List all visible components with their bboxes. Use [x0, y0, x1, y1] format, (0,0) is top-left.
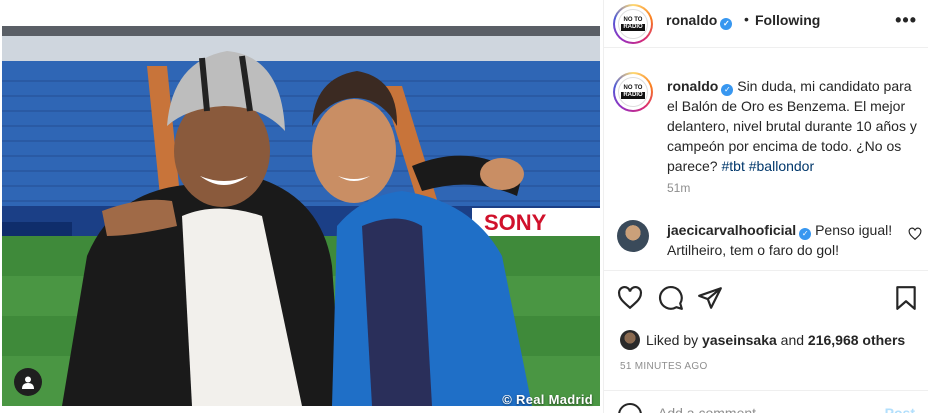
- post-caption: ronaldo ✓ Sin duda, mi candidato para el …: [667, 76, 922, 176]
- hashtag-ballondor[interactable]: #ballondor: [749, 158, 814, 174]
- tagged-users-button[interactable]: [14, 368, 42, 396]
- post-timestamp: 51 MINUTES AGO: [620, 361, 708, 372]
- liker-username[interactable]: yaseinsaka: [702, 332, 777, 348]
- share-icon[interactable]: [697, 285, 723, 311]
- more-options-icon[interactable]: •••: [895, 10, 917, 31]
- likes-count[interactable]: 216,968 others: [808, 332, 905, 348]
- stadium-photo: SONY: [2, 26, 600, 406]
- likes-summary: Liked by yaseinsaka and 216,968 others: [620, 330, 905, 350]
- liker-avatar[interactable]: [620, 330, 640, 350]
- avatar-logo: NO TO RADIO: [618, 77, 648, 107]
- caption-username[interactable]: ronaldo: [667, 78, 718, 94]
- header-separator: •: [744, 11, 749, 27]
- heart-icon[interactable]: [617, 285, 643, 311]
- hashtag-tbt[interactable]: #tbt: [721, 158, 744, 174]
- verified-icon: ✓: [721, 84, 734, 96]
- verified-icon: ✓: [720, 18, 733, 30]
- comment-icon[interactable]: [658, 285, 684, 311]
- avatar-logo: NO TO RADIO: [618, 9, 648, 39]
- emoji-icon[interactable]: [618, 403, 642, 413]
- add-comment-bar: Add a comment… Post: [604, 390, 928, 413]
- post-media: SONY © Real Madrid: [0, 0, 603, 413]
- comment-heart-icon[interactable]: [908, 227, 922, 241]
- user-tag-icon: [22, 376, 34, 389]
- caption-timestamp: 51m: [667, 181, 691, 195]
- verified-icon: ✓: [799, 228, 812, 240]
- comment-username[interactable]: jaecicarvalhooficial: [667, 222, 796, 238]
- post-photo[interactable]: SONY: [2, 26, 600, 406]
- comment-avatar[interactable]: [617, 220, 649, 252]
- action-bar: [604, 270, 928, 316]
- bookmark-icon[interactable]: [893, 285, 919, 311]
- following-button[interactable]: Following: [755, 12, 820, 28]
- svg-text:SONY: SONY: [484, 210, 547, 235]
- comment-item: jaecicarvalhooficial ✓ Penso igual! Artil…: [667, 220, 899, 260]
- photo-watermark: © Real Madrid: [502, 392, 593, 407]
- header-username[interactable]: ronaldo ✓: [666, 12, 733, 30]
- header-avatar[interactable]: NO TO RADIO: [613, 4, 653, 44]
- caption-avatar[interactable]: NO TO RADIO: [613, 72, 653, 112]
- comment-input[interactable]: Add a comment…: [658, 405, 770, 413]
- post-side-panel: NO TO RADIO ronaldo ✓ • Following ••• NO …: [603, 0, 928, 413]
- post-comment-button[interactable]: Post: [885, 405, 915, 413]
- post-header: NO TO RADIO ronaldo ✓ • Following •••: [604, 0, 928, 48]
